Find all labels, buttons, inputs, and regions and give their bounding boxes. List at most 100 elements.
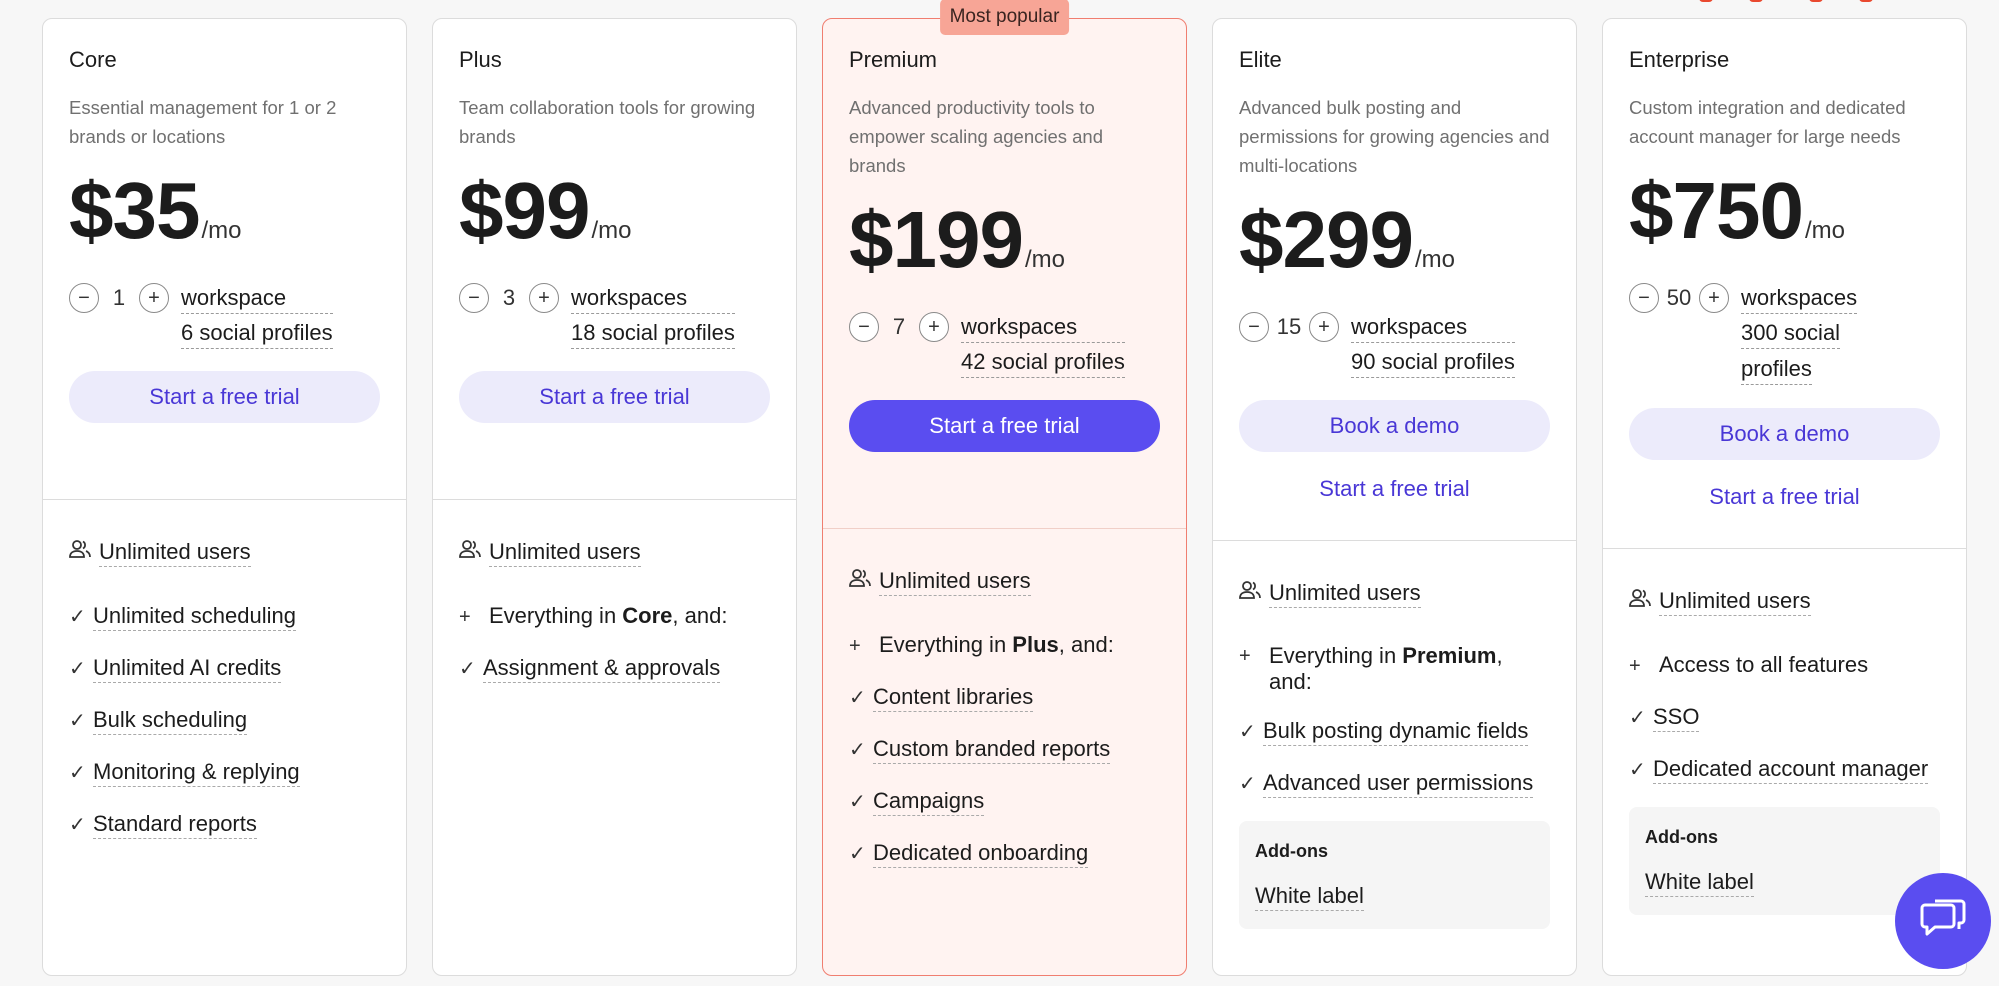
book-demo-button[interactable]: Book a demo xyxy=(1239,400,1550,452)
start-free-trial-button[interactable]: Start a free trial xyxy=(459,371,770,423)
decrement-button[interactable]: − xyxy=(849,312,879,342)
profiles-label[interactable]: 42 social profiles xyxy=(961,347,1125,378)
feature-label[interactable]: Bulk scheduling xyxy=(93,706,248,735)
profiles-label[interactable]: 6 social profiles xyxy=(181,318,333,349)
feature-label[interactable]: Content libraries xyxy=(873,683,1034,712)
plan-name: Core xyxy=(69,47,117,72)
feature-label: Everything in Core, and: xyxy=(489,602,727,630)
decrement-button[interactable]: − xyxy=(69,283,99,313)
feature-label[interactable]: Assignment & approvals xyxy=(483,654,721,683)
check-icon: ✓ xyxy=(849,739,866,761)
users-icon xyxy=(849,567,879,597)
workspace-count: 50 xyxy=(1666,285,1692,310)
feature-label[interactable]: Dedicated account manager xyxy=(1653,755,1929,784)
start-free-trial-link[interactable]: Start a free trial xyxy=(1629,484,1940,510)
check-icon: ✓ xyxy=(849,687,866,709)
feature-item: ✓ Custom branded reports xyxy=(849,735,1160,765)
chat-launcher-button[interactable] xyxy=(1895,873,1991,969)
plus-icon: + xyxy=(148,286,160,309)
workspaces-label[interactable]: workspaces xyxy=(571,283,735,314)
feature-label[interactable]: Custom branded reports xyxy=(873,735,1111,764)
feature-label[interactable]: Standard reports xyxy=(93,810,257,839)
feature-label[interactable]: Campaigns xyxy=(873,787,985,816)
plan-card-plus: Plus Team collaboration tools for growin… xyxy=(432,18,797,976)
feature-item: ✓ Campaigns xyxy=(849,787,1160,817)
feature-label: Access to all features xyxy=(1659,652,1869,677)
feature-everything-in: + Everything in Core, and: xyxy=(459,602,770,632)
feature-label[interactable]: Bulk posting dynamic fields xyxy=(1263,717,1529,746)
plus-icon: + xyxy=(928,315,940,338)
everything-prefix: Everything in xyxy=(1269,643,1403,668)
top-edge-dash xyxy=(1749,0,1763,2)
price-period: /mo xyxy=(1414,246,1455,273)
addons-box: Add-ons White label xyxy=(1629,807,1940,915)
plan-price: $299 xyxy=(1239,195,1414,284)
plus-icon: + xyxy=(1318,315,1330,338)
workspace-count: 15 xyxy=(1276,314,1302,339)
users-icon xyxy=(1239,579,1269,609)
plan-price: $99 xyxy=(459,166,590,255)
start-free-trial-link[interactable]: Start a free trial xyxy=(1239,476,1550,502)
feature-item: ✓ SSO xyxy=(1629,703,1940,733)
top-edge-dash xyxy=(1699,0,1713,2)
feature-label[interactable]: SSO xyxy=(1653,703,1700,732)
start-free-trial-button[interactable]: Start a free trial xyxy=(69,371,380,423)
plus-icon: + xyxy=(1239,645,1251,667)
top-edge-decoration xyxy=(1699,0,1929,3)
everything-suffix: , and: xyxy=(672,603,728,628)
everything-prefix: Everything in xyxy=(879,632,1013,657)
plan-description: Team collaboration tools for growing bra… xyxy=(459,97,756,147)
feature-label[interactable]: Unlimited users xyxy=(99,538,251,567)
increment-button[interactable]: + xyxy=(529,283,559,313)
plan-description: Advanced productivity tools to empower s… xyxy=(849,97,1104,176)
workspaces-label[interactable]: workspace xyxy=(181,283,333,314)
feature-label[interactable]: Monitoring & replying xyxy=(93,758,300,787)
feature-label: Everything in Premium, and: xyxy=(1269,643,1503,695)
feature-unlimited-users: Unlimited users xyxy=(459,538,770,568)
book-demo-button[interactable]: Book a demo xyxy=(1629,408,1940,460)
everything-plan: Plus xyxy=(1012,632,1059,657)
workspaces-label[interactable]: workspaces xyxy=(1741,283,1858,314)
minus-icon: − xyxy=(858,315,870,338)
feature-label[interactable]: Advanced user permissions xyxy=(1263,769,1534,798)
plan-card-enterprise: Enterprise Custom integration and dedica… xyxy=(1602,18,1967,976)
feature-label[interactable]: Unlimited scheduling xyxy=(93,602,296,631)
minus-icon: − xyxy=(78,286,90,309)
feature-label[interactable]: Unlimited users xyxy=(879,567,1031,596)
feature-label[interactable]: Unlimited users xyxy=(1269,579,1421,608)
feature-label[interactable]: Unlimited users xyxy=(489,538,641,567)
plus-icon: + xyxy=(1629,655,1641,677)
workspace-stepper: − 3 + workspaces 18 social profiles xyxy=(459,283,770,349)
feature-label[interactable]: Unlimited users xyxy=(1659,587,1811,616)
users-icon xyxy=(459,538,489,568)
increment-button[interactable]: + xyxy=(919,312,949,342)
addon-white-label[interactable]: White label xyxy=(1255,882,1364,911)
check-icon: ✓ xyxy=(69,762,86,784)
feature-label[interactable]: Dedicated onboarding xyxy=(873,839,1089,868)
workspace-stepper: − 7 + workspaces 42 social profiles xyxy=(849,312,1160,378)
decrement-button[interactable]: − xyxy=(1629,283,1659,313)
start-free-trial-button[interactable]: Start a free trial xyxy=(849,400,1160,452)
decrement-button[interactable]: − xyxy=(1239,312,1269,342)
workspaces-label[interactable]: workspaces xyxy=(1351,312,1515,343)
workspaces-label[interactable]: workspaces xyxy=(961,312,1125,343)
check-icon: ✓ xyxy=(1629,707,1646,729)
addons-title: Add-ons xyxy=(1645,827,1718,847)
increment-button[interactable]: + xyxy=(139,283,169,313)
minus-icon: − xyxy=(1638,286,1650,309)
feature-item: ✓ Monitoring & replying xyxy=(69,758,380,788)
feature-item: ✓ Dedicated account manager xyxy=(1629,755,1940,785)
increment-button[interactable]: + xyxy=(1309,312,1339,342)
increment-button[interactable]: + xyxy=(1699,283,1729,313)
workspace-count: 7 xyxy=(892,314,906,339)
decrement-button[interactable]: − xyxy=(459,283,489,313)
profiles-label[interactable]: 300 social xyxy=(1741,318,1841,349)
plus-icon: + xyxy=(459,606,471,628)
addon-white-label[interactable]: White label xyxy=(1645,868,1754,897)
profiles-label[interactable]: 18 social profiles xyxy=(571,318,735,349)
profiles-label[interactable]: 90 social profiles xyxy=(1351,347,1515,378)
profiles-label[interactable]: profiles xyxy=(1741,354,1812,385)
feature-unlimited-users: Unlimited users xyxy=(1629,587,1940,617)
feature-label[interactable]: Unlimited AI credits xyxy=(93,654,282,683)
plan-card-core: Core Essential management for 1 or 2 bra… xyxy=(42,18,407,976)
